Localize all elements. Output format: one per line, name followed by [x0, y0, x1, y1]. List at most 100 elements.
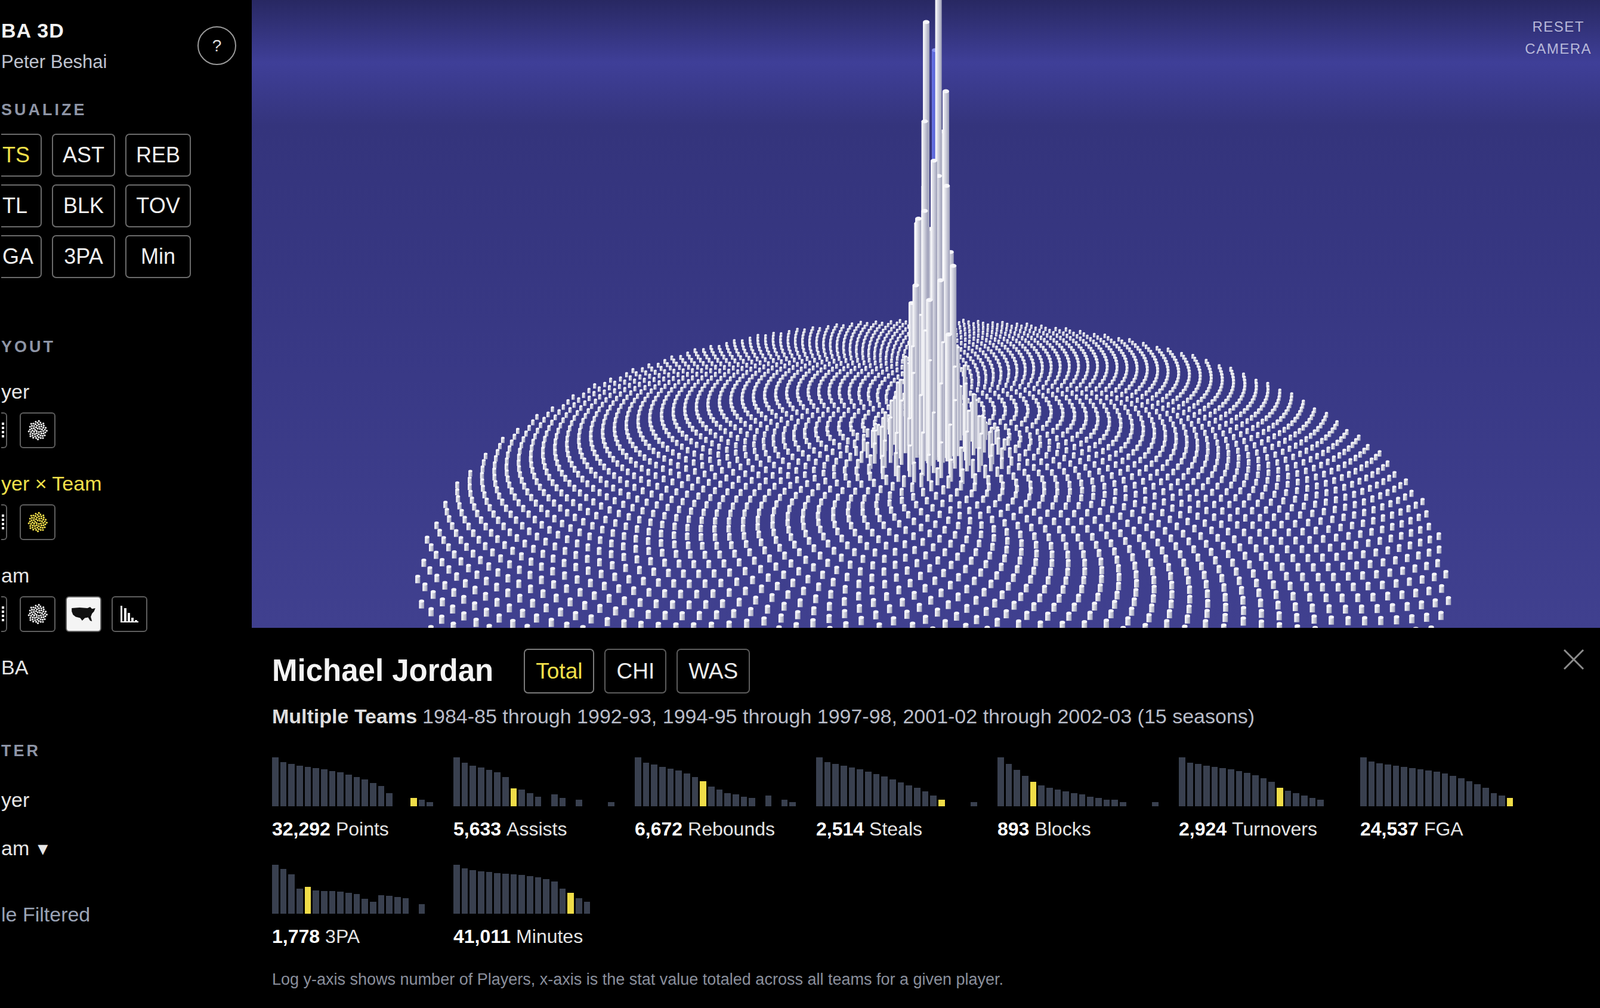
player-column[interactable] — [861, 350, 865, 356]
layout-label[interactable]: yer × Team — [1, 471, 252, 496]
player-column[interactable] — [1002, 336, 1006, 342]
player-column[interactable] — [1039, 343, 1043, 348]
player-column[interactable] — [763, 371, 766, 378]
player-column[interactable] — [662, 375, 666, 382]
player-column[interactable] — [608, 392, 612, 398]
player-column[interactable] — [635, 393, 639, 399]
player-column[interactable] — [900, 364, 904, 370]
player-column[interactable] — [1221, 430, 1226, 437]
player-column[interactable] — [1025, 322, 1028, 327]
player-column[interactable] — [1293, 416, 1297, 423]
player-column[interactable] — [1158, 388, 1162, 394]
player-column[interactable] — [723, 372, 727, 378]
player-column[interactable] — [751, 374, 755, 380]
player-column[interactable] — [1009, 341, 1012, 347]
player-column[interactable] — [896, 321, 899, 326]
player-column[interactable] — [811, 353, 815, 358]
player-column[interactable] — [991, 414, 996, 420]
player-column[interactable] — [1117, 383, 1121, 389]
player-column[interactable] — [869, 362, 873, 368]
player-column[interactable] — [881, 328, 885, 333]
player-column[interactable] — [709, 375, 713, 381]
player-column[interactable] — [983, 343, 987, 349]
player-column[interactable] — [1101, 378, 1105, 385]
player-column[interactable] — [975, 344, 978, 350]
player-column[interactable] — [816, 370, 820, 376]
player-column[interactable] — [848, 350, 852, 356]
player-column[interactable] — [1051, 427, 1055, 434]
player-column[interactable] — [1104, 386, 1108, 392]
player-column[interactable] — [628, 382, 632, 388]
player-column[interactable] — [739, 417, 743, 423]
player-column[interactable] — [1005, 391, 1009, 397]
player-column[interactable] — [1075, 394, 1079, 400]
player-column[interactable] — [1140, 393, 1144, 400]
player-column[interactable] — [634, 371, 638, 377]
player-column[interactable] — [647, 363, 651, 369]
player-column[interactable] — [1078, 398, 1082, 404]
player-column[interactable] — [966, 352, 970, 358]
player-column[interactable] — [1014, 375, 1018, 382]
player-column[interactable] — [1041, 384, 1045, 390]
player-column[interactable] — [865, 321, 869, 326]
player-column[interactable] — [856, 357, 860, 363]
player-column[interactable] — [1024, 346, 1028, 352]
player-column[interactable] — [690, 425, 695, 432]
player-column[interactable] — [1020, 324, 1023, 329]
player-column[interactable] — [959, 366, 963, 373]
player-column[interactable] — [1046, 340, 1049, 346]
player-column[interactable] — [619, 376, 623, 382]
player-column[interactable] — [964, 343, 967, 348]
player-column[interactable] — [977, 319, 980, 324]
player-column[interactable] — [771, 357, 775, 363]
player-column[interactable] — [1041, 424, 1045, 431]
player-column[interactable] — [1179, 418, 1183, 425]
player-column[interactable] — [1123, 341, 1126, 347]
player-column[interactable] — [968, 339, 971, 345]
player-column[interactable] — [884, 398, 888, 404]
player-column[interactable] — [1030, 343, 1033, 348]
player-column[interactable] — [1012, 344, 1015, 349]
player-column[interactable] — [1085, 393, 1089, 400]
player-column[interactable] — [800, 412, 805, 419]
player-column[interactable] — [754, 370, 758, 376]
player-column[interactable] — [594, 411, 599, 418]
player-column[interactable] — [854, 348, 858, 354]
player-column[interactable] — [962, 318, 965, 323]
player-column[interactable] — [1090, 390, 1094, 396]
player-column[interactable] — [1147, 411, 1152, 418]
player-column[interactable] — [1055, 434, 1059, 441]
player-column[interactable] — [604, 396, 608, 403]
player-column[interactable] — [1114, 435, 1118, 442]
player-column[interactable] — [777, 403, 781, 410]
player-column[interactable] — [643, 384, 647, 391]
layout-label[interactable]: am — [1, 563, 252, 588]
player-column[interactable] — [749, 414, 753, 420]
player-column[interactable] — [1171, 406, 1176, 413]
player-column[interactable] — [758, 421, 763, 428]
player-column[interactable] — [1246, 404, 1250, 411]
player-column[interactable] — [571, 394, 575, 400]
player-column[interactable] — [1178, 391, 1182, 398]
player-column[interactable] — [996, 384, 1000, 391]
player-column[interactable] — [1079, 336, 1082, 342]
player-column[interactable] — [1027, 340, 1030, 346]
player-column[interactable] — [1110, 390, 1114, 397]
player-column[interactable] — [1081, 378, 1085, 384]
player-column[interactable] — [1140, 381, 1144, 388]
player-column[interactable] — [1260, 418, 1265, 425]
player-column[interactable] — [598, 393, 602, 400]
player-column[interactable] — [1342, 432, 1346, 439]
player-column[interactable] — [572, 402, 576, 408]
player-column[interactable] — [829, 345, 833, 351]
player-column[interactable] — [1205, 435, 1209, 442]
player-column[interactable] — [1099, 337, 1102, 343]
player-column[interactable] — [1100, 390, 1104, 396]
player-column[interactable] — [835, 347, 839, 352]
player-column[interactable] — [1066, 427, 1070, 434]
player-column[interactable] — [879, 348, 883, 354]
player-column[interactable] — [978, 347, 982, 352]
player-column[interactable] — [796, 369, 800, 375]
player-column[interactable] — [831, 353, 835, 359]
player-column[interactable] — [1058, 343, 1061, 348]
